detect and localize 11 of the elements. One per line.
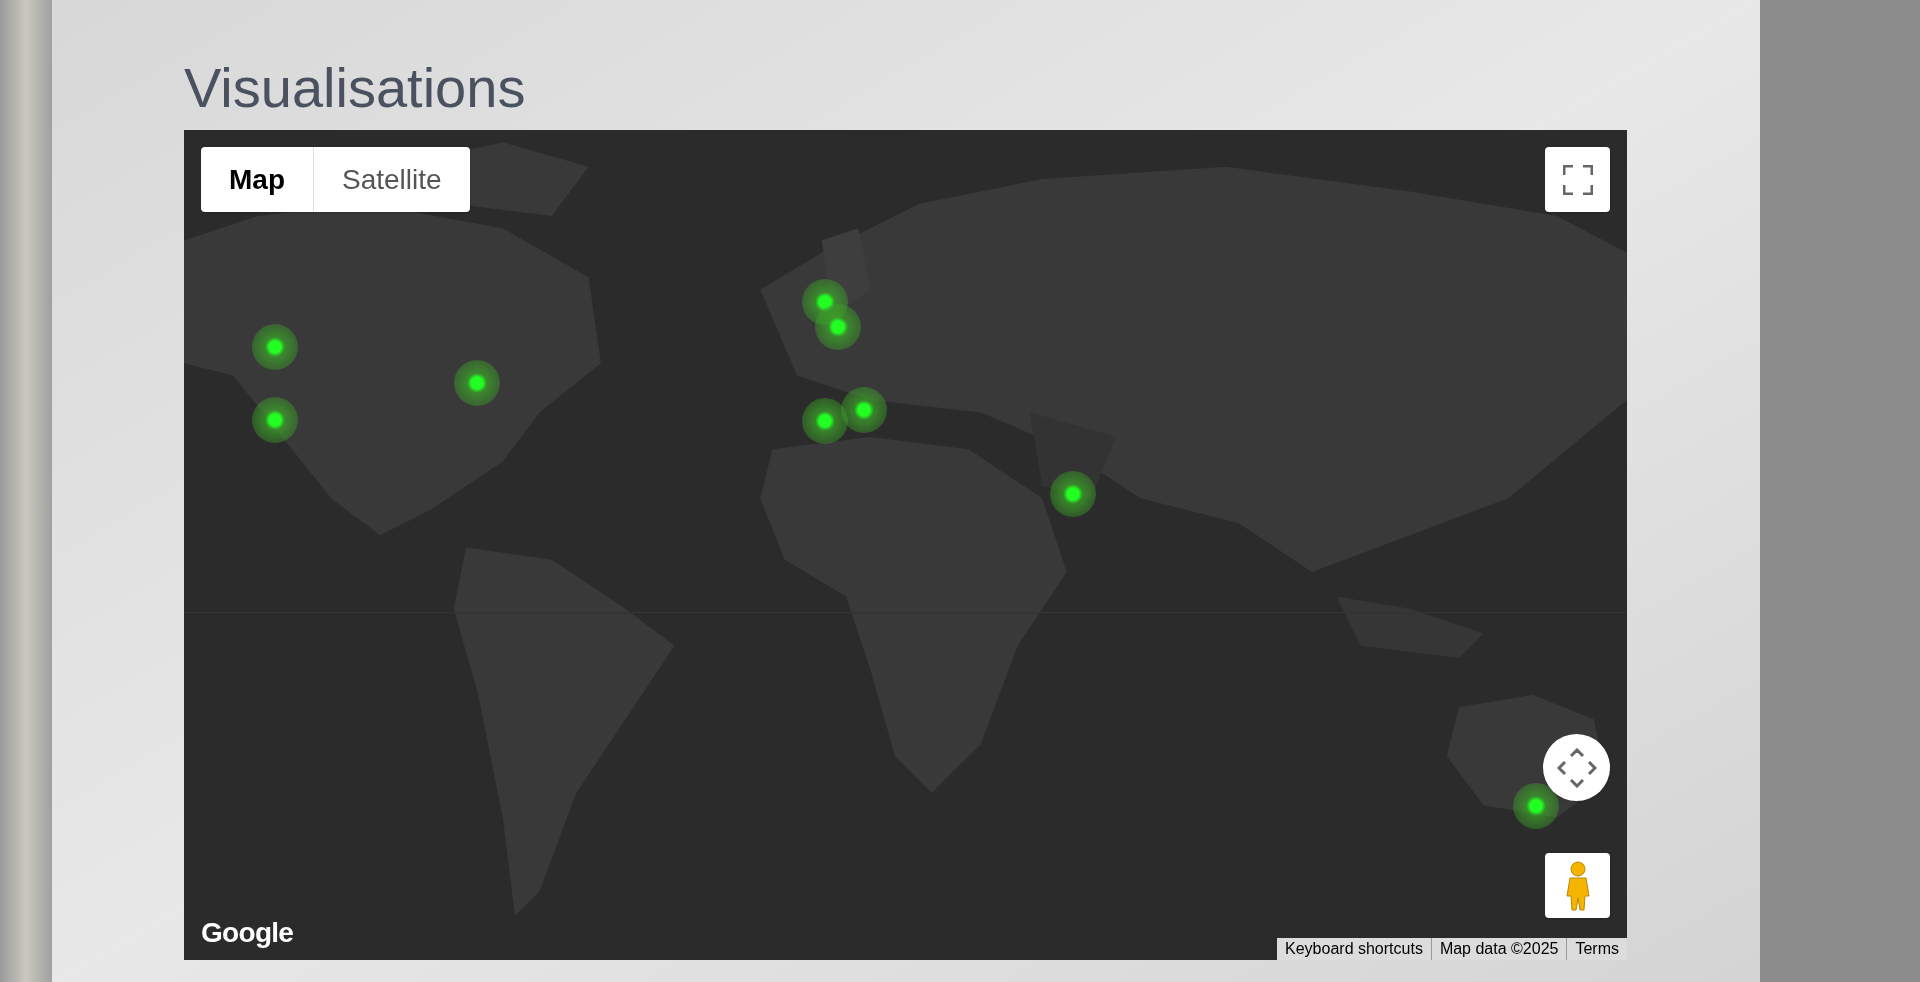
pan-arrows-icon bbox=[1556, 747, 1597, 788]
map-logo: Google bbox=[201, 916, 294, 950]
fullscreen-icon bbox=[1562, 164, 1593, 195]
footer-link[interactable]: Map data ©2025 bbox=[1430, 938, 1567, 960]
fullscreen-button[interactable] bbox=[1545, 147, 1610, 212]
map-type-tab[interactable]: Map bbox=[201, 147, 313, 212]
map-type-tab[interactable]: Satellite bbox=[313, 147, 470, 212]
page-title: Visualisations bbox=[184, 56, 526, 120]
person-icon bbox=[1564, 860, 1591, 911]
footer-link[interactable]: Keyboard shortcuts bbox=[1277, 938, 1431, 960]
footer-link[interactable]: Terms bbox=[1566, 938, 1627, 960]
